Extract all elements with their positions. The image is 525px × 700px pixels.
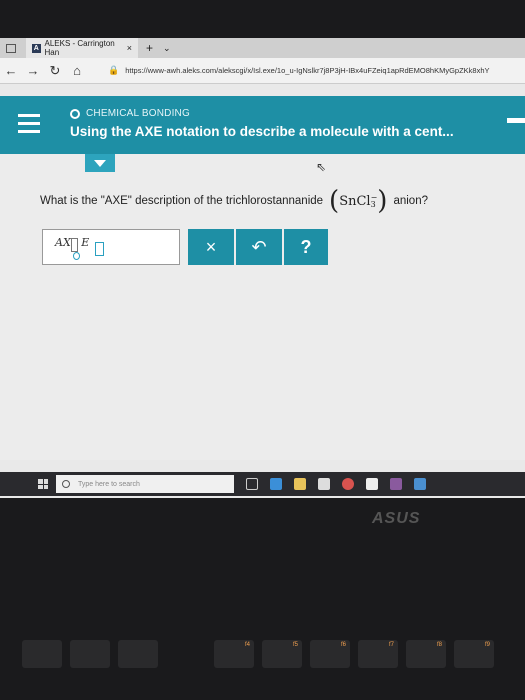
forward-arrow-icon[interactable]: → bbox=[22, 63, 44, 78]
topic-text: CHEMICAL BONDING bbox=[86, 108, 190, 119]
file-explorer-icon[interactable] bbox=[294, 478, 306, 490]
browser-tab[interactable]: A ALEKS - Carrington Han × bbox=[26, 38, 138, 58]
question-suffix: anion? bbox=[393, 195, 428, 207]
keyboard-function-row: f4 f5 f6 f7 f8 f9 bbox=[0, 640, 525, 700]
edge-browser-icon[interactable] bbox=[270, 478, 282, 490]
tab-title: ALEKS - Carrington Han bbox=[44, 39, 115, 57]
key-f3 bbox=[118, 640, 158, 668]
browser-tab-bar: A ALEKS - Carrington Han × + ⌄ bbox=[0, 38, 525, 58]
back-arrow-icon[interactable]: ← bbox=[0, 63, 22, 78]
tab-menu-chevron-icon[interactable]: ⌄ bbox=[163, 43, 171, 54]
chemical-formula: ( SnCl −3 ) bbox=[329, 186, 388, 216]
media-icon[interactable] bbox=[390, 478, 402, 490]
axe-answer-input[interactable]: AX E bbox=[42, 229, 180, 265]
question-text: What is the "AXE" description of the tri… bbox=[40, 188, 510, 214]
aleks-favicon-icon: A bbox=[32, 43, 41, 53]
hamburger-menu-icon[interactable] bbox=[18, 114, 40, 138]
mail-icon[interactable] bbox=[366, 478, 378, 490]
windows-start-icon[interactable] bbox=[38, 479, 48, 489]
photos-icon[interactable] bbox=[414, 478, 426, 490]
key-f2 bbox=[70, 640, 110, 668]
home-icon[interactable]: ⌂ bbox=[66, 63, 88, 78]
tab-close-icon[interactable]: × bbox=[127, 43, 132, 53]
address-bar: ← → ↻ ⌂ 🔒 https://www-awh.aleks.com/alek… bbox=[0, 58, 525, 84]
key-f6: f6 bbox=[310, 640, 350, 668]
aleks-header: CHEMICAL BONDING Using the AXE notation … bbox=[0, 96, 525, 154]
question-prefix: What is the "AXE" description of the tri… bbox=[40, 195, 324, 207]
key-f5: f5 bbox=[262, 640, 302, 668]
asus-logo: ASUS bbox=[372, 510, 421, 527]
key-f7: f7 bbox=[358, 640, 398, 668]
formula-subscript: 3 bbox=[370, 200, 376, 209]
new-tab-button[interactable]: + bbox=[146, 41, 153, 55]
lock-icon: 🔒 bbox=[108, 65, 120, 75]
task-view-icon[interactable] bbox=[246, 478, 258, 490]
key-f1 bbox=[22, 640, 62, 668]
formula-main: SnCl bbox=[339, 193, 371, 209]
clear-button[interactable]: × bbox=[188, 229, 234, 265]
taskbar-search-input[interactable]: Type here to search bbox=[56, 475, 234, 493]
key-f8: f8 bbox=[406, 640, 446, 668]
search-placeholder: Type here to search bbox=[78, 480, 140, 488]
chrome-icon[interactable] bbox=[342, 478, 354, 490]
mouse-cursor-icon: ⇖ bbox=[316, 160, 327, 174]
page-title: Using the AXE notation to describe a mol… bbox=[70, 124, 454, 139]
undo-button[interactable]: ↶ bbox=[236, 229, 282, 265]
collapse-toggle[interactable] bbox=[85, 154, 115, 172]
progress-dash-icon bbox=[507, 118, 525, 123]
windows-taskbar: Type here to search bbox=[0, 472, 525, 496]
help-button[interactable]: ? bbox=[284, 229, 328, 265]
question-area: ⇖ What is the "AXE" description of the t… bbox=[0, 154, 525, 460]
store-icon[interactable] bbox=[318, 478, 330, 490]
tab-actions-icon[interactable] bbox=[6, 43, 16, 53]
topic-label: CHEMICAL BONDING bbox=[70, 108, 190, 119]
subscript-cursor-icon bbox=[73, 252, 80, 260]
refresh-icon[interactable]: ↻ bbox=[44, 63, 66, 79]
cortana-icon bbox=[62, 480, 70, 488]
url-field[interactable]: https://www-awh.aleks.com/alekscgi/x/Isl… bbox=[125, 66, 515, 75]
key-f9: f9 bbox=[454, 640, 494, 668]
chevron-down-icon bbox=[94, 159, 106, 167]
topic-ring-icon bbox=[70, 108, 80, 119]
x-subscript-slot[interactable] bbox=[71, 238, 78, 252]
key-f4: f4 bbox=[214, 640, 254, 668]
e-subscript-slot[interactable] bbox=[95, 242, 104, 256]
